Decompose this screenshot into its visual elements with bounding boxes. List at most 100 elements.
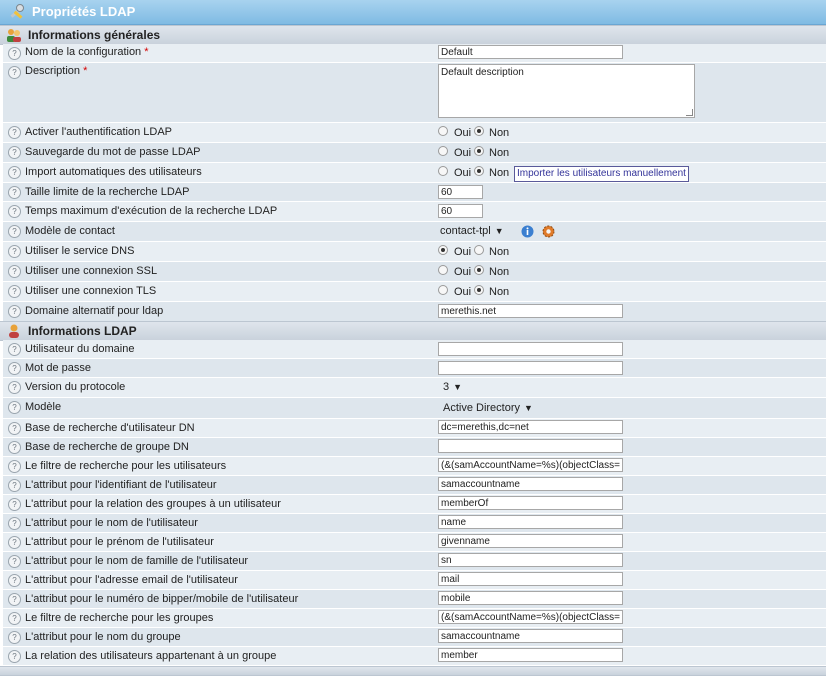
help-icon[interactable]: ? xyxy=(8,285,21,298)
row-attr-group-name: ? L'attribut pour le nom du groupe samac… xyxy=(3,628,826,647)
help-icon[interactable]: ? xyxy=(8,362,21,375)
field-label: L'attribut pour l'identifiant de l'utili… xyxy=(25,479,217,491)
attr-user-id-input[interactable]: samaccountname xyxy=(438,477,623,491)
field-label: Sauvegarde du mot de passe LDAP xyxy=(25,146,201,158)
help-icon[interactable]: ? xyxy=(8,305,21,318)
field-label: Utiliser une connexion TLS xyxy=(25,285,157,297)
ldap-properties-panel: Propriétés LDAP Informations générales ?… xyxy=(0,0,826,676)
field-label: Base de recherche d'utilisateur DN xyxy=(25,422,195,434)
help-icon[interactable]: ? xyxy=(8,593,21,606)
row-user-filter: ? Le filtre de recherche pour les utilis… xyxy=(3,457,826,476)
row-attr-user-group: ? L'attribut pour la relation des groupe… xyxy=(3,495,826,514)
gear-icon[interactable] xyxy=(542,225,555,238)
info-icon[interactable] xyxy=(521,225,534,238)
row-attr-user-name: ? L'attribut pour le nom de l'utilisateu… xyxy=(3,514,826,533)
section-title: Informations générales xyxy=(28,28,161,42)
attr-group-name-input[interactable]: samaccountname xyxy=(438,629,623,643)
radio-yes-label: Oui xyxy=(454,266,472,278)
group-filter-input[interactable]: (&(samAccountName=%s)(objectClass= xyxy=(438,610,623,624)
radio-no-label: Non xyxy=(489,127,510,139)
group-base-dn-input[interactable] xyxy=(438,439,623,453)
attr-user-lastname-input[interactable]: sn xyxy=(438,553,623,567)
template-select[interactable]: Active Directory ▼ xyxy=(443,400,533,416)
help-icon[interactable]: ? xyxy=(8,245,21,258)
help-icon[interactable]: ? xyxy=(8,126,21,139)
radio-no[interactable] xyxy=(474,146,484,156)
help-icon[interactable]: ? xyxy=(8,574,21,587)
help-icon[interactable]: ? xyxy=(8,479,21,492)
users-icon xyxy=(7,29,21,42)
help-icon[interactable]: ? xyxy=(8,401,21,414)
row-ldap-password-save: ? Sauvegarde du mot de passe LDAP Oui No… xyxy=(3,143,826,163)
field-label: Activer l'authentification LDAP xyxy=(25,126,173,138)
help-icon[interactable]: ? xyxy=(8,612,21,625)
user-base-dn-input[interactable]: dc=merethis,dc=net xyxy=(438,420,623,434)
config-name-input[interactable]: Default xyxy=(438,45,623,59)
radio-no[interactable] xyxy=(474,265,484,275)
bind-user-input[interactable] xyxy=(438,342,623,356)
radio-no[interactable] xyxy=(474,285,484,295)
row-protocol-version: ? Version du protocole 3 ▼ xyxy=(3,378,826,398)
field-label: L'attribut pour le prénom de l'utilisate… xyxy=(25,536,214,548)
row-attr-user-id: ? L'attribut pour l'identifiant de l'uti… xyxy=(3,476,826,495)
help-icon[interactable]: ? xyxy=(8,422,21,435)
field-label: Le filtre de recherche pour les utilisat… xyxy=(25,460,227,472)
search-timeout-input[interactable]: 60 xyxy=(438,204,483,218)
help-icon[interactable]: ? xyxy=(8,498,21,511)
contact-template-select[interactable]: contact-tpl ▼ xyxy=(440,223,504,239)
help-icon[interactable]: ? xyxy=(8,536,21,549)
attr-user-name-input[interactable]: name xyxy=(438,515,623,529)
radio-no[interactable] xyxy=(474,166,484,176)
radio-yes[interactable] xyxy=(438,245,448,255)
field-label: Mot de passe xyxy=(25,362,92,374)
bind-password-input[interactable] xyxy=(438,361,623,375)
field-label: Domaine alternatif pour ldap xyxy=(25,305,164,317)
help-icon[interactable]: ? xyxy=(8,146,21,159)
help-icon[interactable]: ? xyxy=(8,441,21,454)
attr-user-group-input[interactable]: memberOf xyxy=(438,496,623,510)
row-user-base-dn: ? Base de recherche d'utilisateur DN dc=… xyxy=(3,419,826,438)
help-icon[interactable]: ? xyxy=(8,186,21,199)
help-icon[interactable]: ? xyxy=(8,66,21,79)
radio-yes[interactable] xyxy=(438,285,448,295)
manual-import-button[interactable]: Importer les utilisateurs manuellement xyxy=(514,166,689,182)
row-tls: ? Utiliser une connexion TLS Oui Non xyxy=(3,282,826,302)
row-ssl: ? Utiliser une connexion SSL Oui Non xyxy=(3,262,826,282)
row-auto-import: ? Import automatiques des utilisateurs O… xyxy=(3,163,826,183)
help-icon[interactable]: ? xyxy=(8,265,21,278)
row-contact-template: ? Modèle de contact contact-tpl ▼ xyxy=(3,222,826,242)
radio-yes[interactable] xyxy=(438,166,448,176)
radio-no[interactable] xyxy=(474,126,484,136)
row-ldap-auth: ? Activer l'authentification LDAP Oui No… xyxy=(3,123,826,143)
protocol-version-select[interactable]: 3 ▼ xyxy=(443,379,462,395)
row-search-timeout: ? Temps maximum d'exécution de la recher… xyxy=(3,202,826,222)
help-icon[interactable]: ? xyxy=(8,517,21,530)
attr-group-member-input[interactable]: member xyxy=(438,648,623,662)
radio-yes-label: Oui xyxy=(454,246,472,258)
resize-handle[interactable] xyxy=(686,109,693,116)
description-textarea[interactable]: Default description xyxy=(438,64,695,118)
help-icon[interactable]: ? xyxy=(8,381,21,394)
help-icon[interactable]: ? xyxy=(8,555,21,568)
radio-yes[interactable] xyxy=(438,146,448,156)
row-attr-user-firstname: ? L'attribut pour le prénom de l'utilisa… xyxy=(3,533,826,552)
help-icon[interactable]: ? xyxy=(8,650,21,663)
help-icon[interactable]: ? xyxy=(8,166,21,179)
attr-user-firstname-input[interactable]: givenname xyxy=(438,534,623,548)
radio-no[interactable] xyxy=(474,245,484,255)
help-icon[interactable]: ? xyxy=(8,343,21,356)
help-icon[interactable]: ? xyxy=(8,47,21,60)
help-icon[interactable]: ? xyxy=(8,225,21,238)
field-label: La relation des utilisateurs appartenant… xyxy=(25,650,277,662)
row-bind-password: ? Mot de passe xyxy=(3,359,826,378)
radio-yes[interactable] xyxy=(438,265,448,275)
attr-user-email-input[interactable]: mail xyxy=(438,572,623,586)
alt-domain-input[interactable]: merethis.net xyxy=(438,304,623,318)
search-size-limit-input[interactable]: 60 xyxy=(438,185,483,199)
help-icon[interactable]: ? xyxy=(8,205,21,218)
user-filter-input[interactable]: (&(samAccountName=%s)(objectClass= xyxy=(438,458,623,472)
help-icon[interactable]: ? xyxy=(8,460,21,473)
radio-yes[interactable] xyxy=(438,126,448,136)
attr-user-pager-input[interactable]: mobile xyxy=(438,591,623,605)
help-icon[interactable]: ? xyxy=(8,631,21,644)
